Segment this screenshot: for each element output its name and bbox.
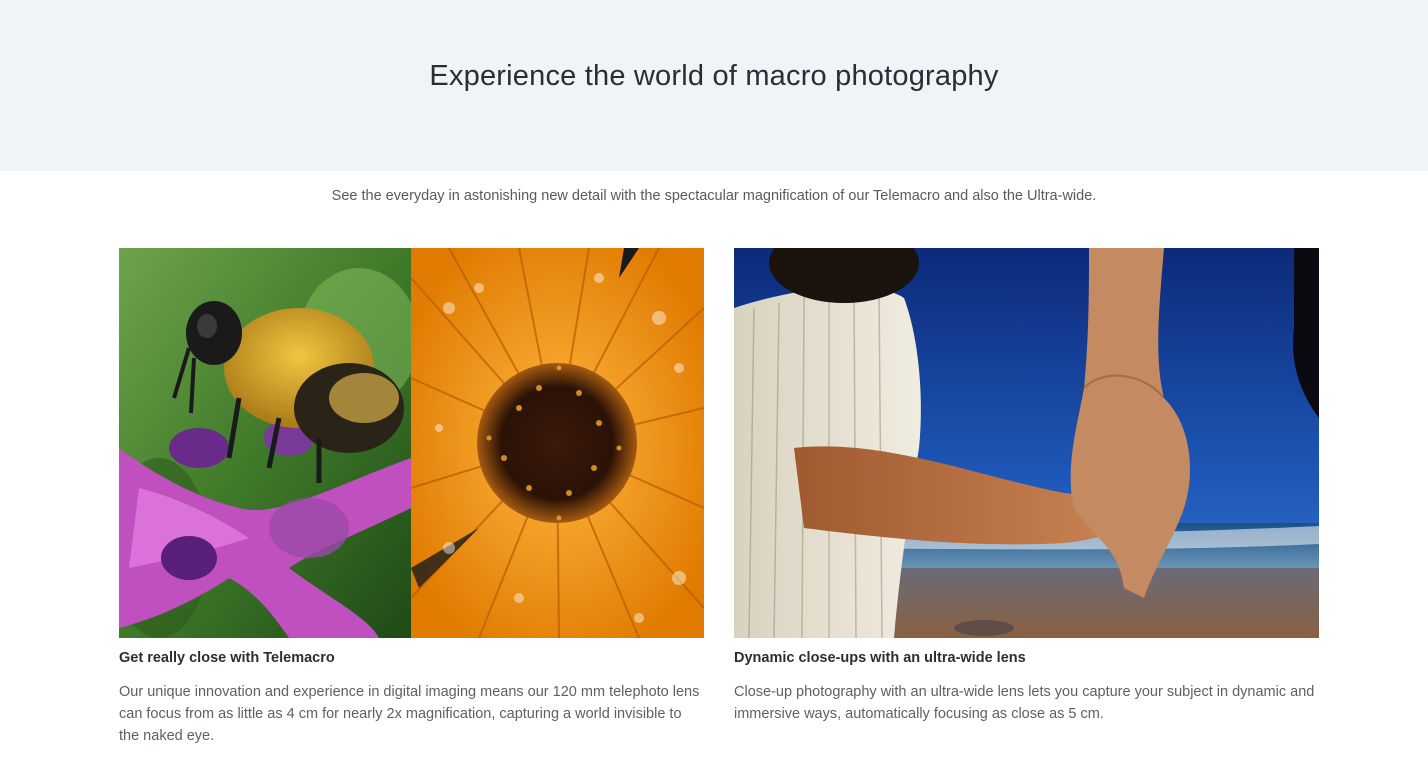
card-title: Get really close with Telemacro	[119, 650, 335, 666]
ultrawide-image	[734, 248, 1319, 638]
card-title: Dynamic close-ups with an ultra-wide len…	[734, 650, 1026, 666]
intro-text: See the everyday in astonishing new deta…	[331, 188, 1097, 204]
feature-card-ultrawide: Dynamic close-ups with an ultra-wide len…	[734, 248, 1319, 722]
card-description: Close-up photography with an ultra-wide …	[734, 684, 1315, 722]
telemacro-image	[119, 248, 704, 638]
feature-card-telemacro: Get really close with Telemacro Our uniq…	[119, 248, 704, 744]
beach-hands-image	[734, 248, 1319, 638]
page-title: Experience the world of macro photograph…	[429, 60, 999, 92]
bee-flower-macro-image	[119, 248, 704, 638]
card-description: Our unique innovation and experience in …	[119, 684, 700, 744]
hero-banner: Experience the world of macro photograph…	[0, 0, 1428, 171]
